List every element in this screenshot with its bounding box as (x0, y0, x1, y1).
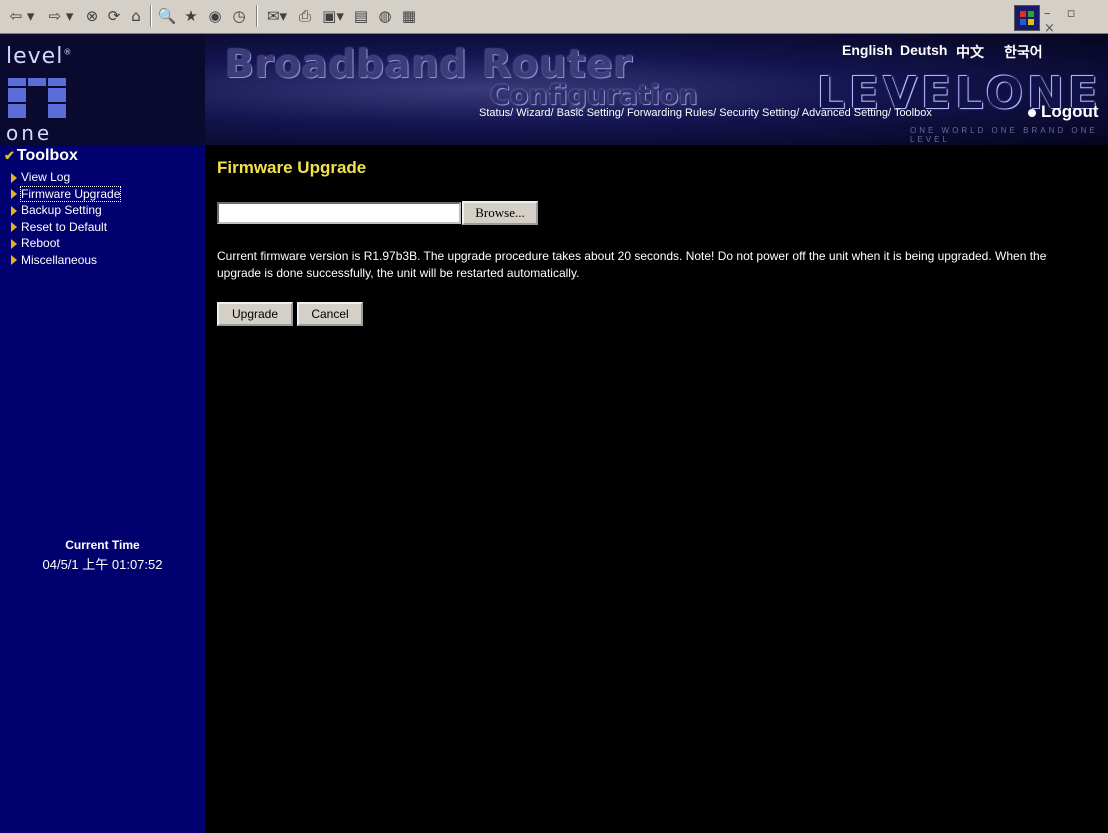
sidebar-item-view-log[interactable]: View Log (11, 169, 120, 186)
cancel-button[interactable]: Cancel (297, 302, 363, 326)
messenger-icon[interactable]: ◍ (374, 6, 396, 26)
sidebar-item-reset-to-default[interactable]: Reset to Default (11, 219, 120, 236)
bullet-icon (1028, 108, 1036, 117)
page-title: Firmware Upgrade (217, 158, 367, 177)
edit-icon[interactable]: ▣▾ (318, 6, 348, 26)
discuss-icon[interactable]: ▤ (350, 6, 372, 26)
extra-tool-icon[interactable]: ▦ (398, 6, 420, 26)
sidebar-item-firmware-upgrade[interactable]: Firmware Upgrade (11, 185, 122, 203)
logo-text-bottom: one (6, 121, 53, 145)
logo-word-level: level (6, 44, 64, 69)
windows-logo-icon (1014, 5, 1040, 31)
toolbar-separator (256, 5, 258, 27)
lang-english-link[interactable]: English (842, 42, 900, 62)
sidebar-item-miscellaneous[interactable]: Miscellaneous (11, 252, 120, 269)
upgrade-button[interactable]: Upgrade (217, 302, 293, 326)
home-icon[interactable]: ⌂ (126, 6, 146, 26)
back-icon[interactable]: ⇦ ▾ (4, 6, 40, 26)
toolbar-separator (150, 5, 152, 27)
top-nav-links[interactable]: Status/ Wizard/ Basic Setting/ Forwardin… (479, 107, 932, 119)
sidebar-item-label: Firmware Upgrade (19, 185, 122, 202)
sidebar-heading-label: Toolbox (16, 147, 78, 164)
firmware-description: Current firmware version is R1.97b3B. Th… (217, 249, 1047, 280)
sidebar-item-label: Reset to Default (21, 219, 108, 234)
refresh-icon[interactable]: ⟳ (104, 6, 124, 26)
sidebar-item-label: Reboot (21, 236, 60, 250)
lang-deutsch-link[interactable]: Deutsh (900, 42, 956, 62)
arrow-right-icon (11, 205, 17, 216)
sidebar-item-reboot[interactable]: Reboot (11, 235, 120, 252)
arrow-right-icon (11, 255, 17, 266)
browser-toolbar: ⇦ ▾ ⇨ ▾ ⊗ ⟳ ⌂ 🔍 ★ ◉ ◷ ✉▾ ⎙ ▣▾ ▤ ◍ ▦ – ▫ … (0, 0, 1108, 36)
current-time-value: 04/5/1 上午 01:07:52 (42, 557, 163, 572)
mail-icon[interactable]: ✉▾ (262, 6, 292, 26)
brand-slogan: ONE WORLD ONE BRAND ONE LEVEL (910, 126, 1098, 144)
language-links: English Deutsh 中文 한국어 (842, 42, 1043, 62)
search-icon[interactable]: 🔍 (156, 6, 178, 26)
lang-chinese-link[interactable]: 中文 (956, 42, 1004, 62)
logo-registered-mark: ® (63, 47, 73, 57)
header-banner: Broadband Router Configuration LEVELONE … (205, 34, 1108, 145)
print-icon[interactable]: ⎙ (294, 6, 316, 26)
sidebar-item-label: Backup Setting (21, 203, 102, 217)
current-time-label: Current Time (65, 538, 140, 552)
sidebar-item-label: View Log (21, 170, 71, 184)
forward-icon[interactable]: ⇨ ▾ (44, 6, 78, 26)
history-icon[interactable]: ◷ (228, 6, 250, 26)
logout-link[interactable]: Logout (1028, 102, 1099, 122)
sidebar-menu: View Log Firmware Upgrade Backup Setting… (11, 169, 122, 269)
levelone-logo: level® one (0, 34, 205, 145)
media-icon[interactable]: ◉ (204, 6, 226, 26)
firmware-file-input[interactable] (217, 202, 461, 224)
window-controls[interactable]: – ▫ × (1044, 6, 1108, 36)
logo-text-top: level® (6, 44, 72, 69)
arrow-right-icon (11, 172, 17, 183)
sidebar: ✔ Toolbox View Log Firmware Upgrade Backu… (0, 145, 205, 833)
arrow-right-icon (11, 189, 17, 200)
arrow-right-icon (11, 222, 17, 233)
sidebar-item-backup-setting[interactable]: Backup Setting (11, 202, 120, 219)
favorites-icon[interactable]: ★ (180, 6, 202, 26)
browse-button[interactable]: Browse... (462, 201, 538, 225)
lang-korean-link[interactable]: 한국어 (1004, 42, 1043, 62)
sidebar-heading: ✔ Toolbox (4, 147, 78, 165)
arrow-right-icon (11, 238, 17, 249)
sidebar-item-label: Miscellaneous (21, 252, 98, 267)
checkmark-icon: ✔ (4, 148, 15, 163)
logo-grid-icon (8, 78, 70, 122)
stop-icon[interactable]: ⊗ (82, 6, 102, 26)
logout-label: Logout (1041, 102, 1099, 121)
